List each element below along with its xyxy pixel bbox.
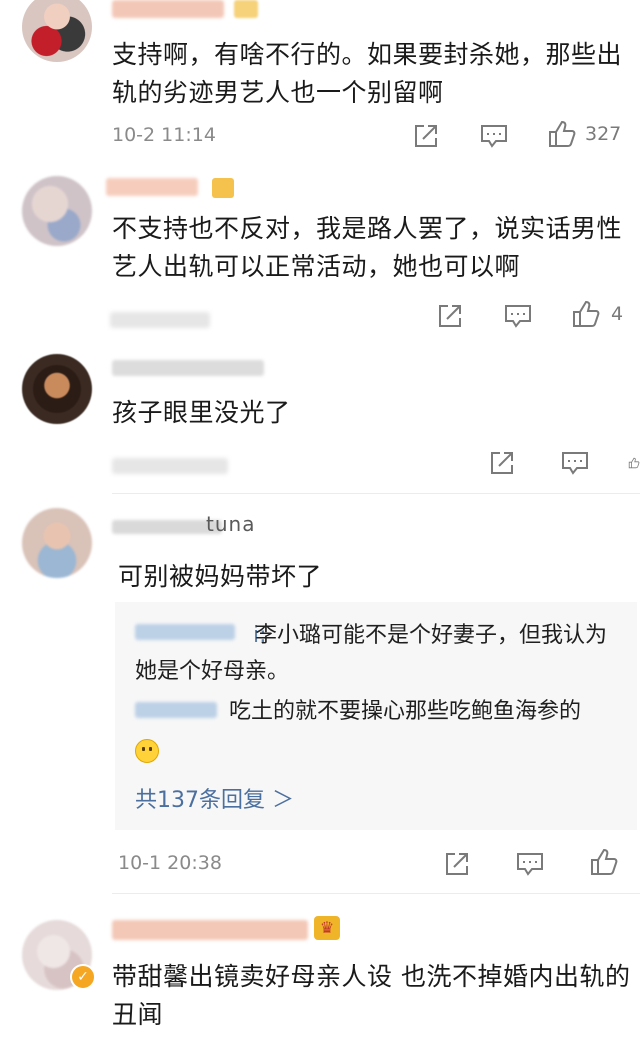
username-visible-part[interactable]: tuna — [206, 512, 255, 536]
like-icon — [573, 300, 600, 327]
share-button[interactable] — [413, 121, 439, 151]
comment-time: 10-1 20:38 — [118, 852, 222, 874]
comment-icon — [481, 125, 507, 148]
share-button[interactable] — [489, 448, 515, 478]
level-badge — [234, 0, 258, 18]
avatar[interactable] — [22, 354, 92, 424]
comment-button[interactable] — [480, 121, 508, 151]
comment-icon — [505, 305, 531, 328]
like-icon — [628, 457, 640, 469]
verified-badge-icon: ✓ — [70, 964, 96, 990]
username[interactable] — [112, 0, 224, 18]
comment-button[interactable] — [516, 849, 544, 879]
comment-text: 不支持也不反对，我是路人罢了，说实话男性艺人出轨可以正常活动，她也可以啊 — [112, 214, 623, 281]
comment-text: 可别被妈妈带坏了 — [118, 562, 323, 591]
crown-badge-icon: ♛ — [314, 916, 340, 940]
comment-button[interactable] — [561, 448, 589, 478]
comment-time — [112, 458, 228, 474]
share-icon — [415, 125, 437, 147]
username[interactable] — [112, 920, 308, 940]
like-button[interactable] — [589, 847, 619, 877]
comment-icon — [517, 853, 543, 876]
reply-text: 吃土的就不要操心那些吃鲍鱼海参的 — [229, 699, 582, 724]
like-count: 327 — [585, 123, 622, 145]
comment-item: ✓ ♛ 带甜馨出镜卖好母亲人设 也洗不掉婚内出轨的丑闻 — [0, 894, 640, 1047]
username[interactable] — [112, 360, 264, 376]
comment-icon — [562, 452, 588, 475]
comment-text: 带甜馨出镜卖好母亲人设 也洗不掉婚内出轨的丑闻 — [112, 962, 631, 1029]
level-badge — [212, 178, 234, 198]
username[interactable] — [106, 178, 198, 196]
like-count: 4 — [611, 303, 624, 325]
comment-text: 支持啊，有啥不行的。如果要封杀她，那些出轨的劣迹男艺人也一个别留啊 — [112, 40, 623, 107]
avatar[interactable] — [22, 508, 92, 578]
comment-item: 支持啊，有啥不行的。如果要封杀她，那些出轨的劣迹男艺人也一个别留啊 10-2 1… — [0, 0, 640, 172]
like-icon — [591, 848, 618, 875]
reply-box: i: 李小璐可能不是个好妻子，但我认为她是个好母亲。 吃土的就不要操心那些吃鲍鱼… — [115, 602, 637, 830]
comment-item: 不支持也不反对，我是路人罢了，说实话男性艺人出轨可以正常活动，她也可以啊 4 — [0, 172, 640, 340]
avatar[interactable] — [22, 176, 92, 246]
more-replies-link[interactable]: 共137条回复 ＞ — [135, 782, 294, 814]
avatar[interactable] — [22, 0, 92, 62]
share-button[interactable] — [437, 301, 463, 331]
comment-time: 10-2 11:14 — [112, 124, 216, 146]
like-button[interactable] — [628, 448, 640, 478]
comment-text: 孩子眼里没光了 — [112, 398, 291, 427]
reply-text: 李小璐可能不是个好妻子，但我认为她是个好母亲。 — [135, 623, 608, 684]
comment-item: 孩子眼里没光了 — [0, 340, 640, 494]
share-icon — [446, 853, 468, 875]
share-icon — [491, 452, 513, 474]
like-button[interactable]: 4 — [571, 299, 623, 329]
share-button[interactable] — [444, 849, 470, 879]
like-button[interactable]: 327 — [547, 119, 621, 149]
smiley-emoji-icon — [135, 739, 159, 763]
comment-button[interactable] — [504, 301, 532, 331]
share-icon — [439, 305, 461, 327]
like-icon — [549, 120, 576, 147]
comment-time — [110, 312, 210, 328]
comment-item: tuna 可别被妈妈带坏了 i: 李小璐可能不是个好妻子，但我认为她是个好母亲。… — [0, 494, 640, 894]
